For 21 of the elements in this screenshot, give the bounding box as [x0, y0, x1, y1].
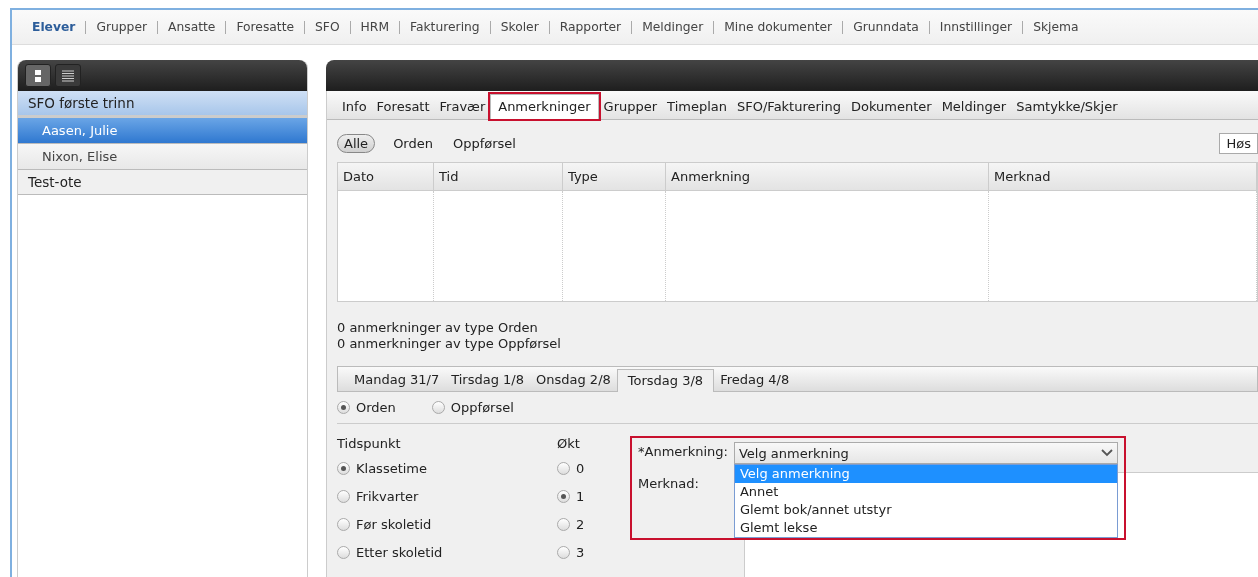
count-text: 0 anmerkninger av type Oppførsel: [337, 336, 562, 352]
group-title: Tidspunkt: [337, 436, 402, 453]
radio-label: Klassetime: [356, 460, 428, 476]
radio-label: 3: [576, 544, 585, 560]
radio-label: 1: [576, 488, 585, 504]
count-text: 0 anmerkninger av type Orden: [337, 320, 539, 336]
field-label: *Anmerkning:: [638, 443, 728, 461]
radio-label: Orden: [356, 400, 396, 415]
radio-label: Etter skoletid: [356, 544, 443, 560]
column-header: Merknad: [989, 163, 1257, 191]
radio-label: Oppførsel: [450, 400, 514, 415]
column-header: Type: [563, 163, 666, 191]
column-header: Anmerkning: [666, 163, 989, 191]
radio-label: 0: [576, 460, 585, 476]
radio-label: Frikvarter: [356, 488, 419, 504]
field-label: Merknad:: [638, 475, 699, 493]
column-header: Dato: [338, 163, 434, 191]
column-header: Tid: [434, 163, 563, 191]
group-title: Økt: [557, 436, 581, 453]
radio-label: Før skoletid: [356, 516, 432, 532]
radio-label: 2: [576, 516, 585, 532]
